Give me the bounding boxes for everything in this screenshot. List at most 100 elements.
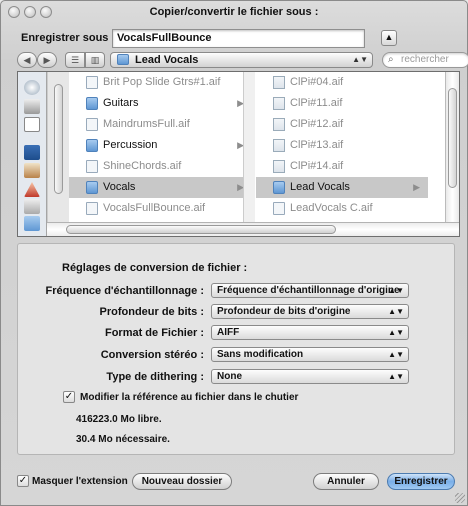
title-bar: Copier/convertir le fichier sous : (1, 1, 467, 23)
audio-file-icon (273, 97, 285, 110)
column-1-resize-handle[interactable] (243, 72, 255, 222)
folder-icon (86, 181, 98, 194)
list-item-label: LeadVocals C.aif (290, 202, 373, 214)
file-icon (86, 118, 98, 131)
horizontal-scroll-thumb[interactable] (66, 225, 336, 234)
location-popup[interactable]: Lead Vocals ▲▼ (110, 52, 373, 68)
list-item-label: ClPi#14.aif (290, 160, 344, 172)
settings-heading: Réglages de conversion de fichier : (62, 262, 248, 274)
list-item[interactable]: Percussion ▶ (69, 135, 252, 156)
file-icon (86, 202, 98, 215)
list-item[interactable]: LeadVocals C.aif (256, 198, 428, 219)
list-item-label: ClPi#12.aif (290, 118, 344, 130)
list-item[interactable]: MaindrumsFull.aif (69, 114, 252, 135)
popup-arrows-icon: ▲▼ (388, 328, 404, 337)
bit-depth-value: Profondeur de bits d'origine (217, 306, 351, 317)
sidebar (18, 72, 47, 236)
list-item[interactable]: Brit Pop Slide Gtrs#1.aif (69, 72, 252, 93)
list-item[interactable]: ClPi#14.aif (256, 156, 428, 177)
desktop-icon[interactable] (24, 145, 40, 160)
list-view-button[interactable]: ☰ (65, 52, 85, 68)
list-item[interactable]: ClPi#13.aif (256, 135, 428, 156)
list-item[interactable]: Guitars ▶ (69, 93, 252, 114)
popup-arrows-icon: ▲▼ (352, 55, 368, 64)
list-item-label: VocalsFullBounce.aif (103, 202, 206, 214)
list-item[interactable]: Lead Vocals ▶ (256, 177, 428, 198)
expand-dialog-button[interactable]: ▲ (381, 30, 397, 46)
hide-extension-checkbox[interactable]: ✓ (17, 475, 29, 487)
file-icon (273, 202, 285, 215)
cancel-button[interactable]: Annuler (313, 473, 379, 490)
file-format-select[interactable]: AIFF ▲▼ (211, 325, 409, 340)
list-item[interactable]: VocalsFullBounce.aif (69, 198, 252, 219)
save-button[interactable]: Enregistrer (387, 473, 455, 490)
list-item[interactable]: ClPi#12.aif (256, 114, 428, 135)
disk-icon[interactable] (24, 117, 40, 132)
applications-icon[interactable] (24, 182, 40, 197)
list-item-label: ClPi#11.aif (290, 97, 343, 109)
filename-input[interactable]: VocalsFullBounce (112, 29, 365, 48)
home-icon[interactable] (24, 163, 40, 178)
file-icon (86, 76, 98, 89)
close-button[interactable] (8, 6, 20, 18)
dither-label: Type de dithering : (106, 371, 204, 383)
list-item[interactable]: Vocals ▶ (69, 177, 252, 198)
column-1: Brit Pop Slide Gtrs#1.aif Guitars ▶ Maindru… (69, 72, 253, 222)
sample-rate-label: Fréquence d'échantillonnage : (45, 285, 204, 297)
stereo-select[interactable]: Sans modification ▲▼ (211, 347, 409, 362)
minimize-button[interactable] (24, 6, 36, 18)
location-label: Lead Vocals (135, 54, 199, 66)
network-icon[interactable] (24, 80, 40, 95)
audio-file-icon (273, 118, 285, 131)
hide-extension-label: Masquer l'extension (32, 476, 128, 487)
vertical-scroll-thumb[interactable] (448, 88, 457, 188)
list-item[interactable]: ShineChords.aif (69, 156, 252, 177)
zoom-button[interactable] (40, 6, 52, 18)
bit-depth-label: Profondeur de bits : (99, 306, 205, 318)
popup-arrows-icon: ▲▼ (388, 350, 404, 359)
audio-file-icon (273, 76, 285, 89)
file-format-label: Format de Fichier : (104, 327, 204, 339)
dither-select[interactable]: None ▲▼ (211, 369, 409, 384)
checkmark-icon: ✓ (18, 475, 28, 486)
list-item-label: ShineChords.aif (103, 160, 182, 172)
column-view-icon: ▥ (90, 55, 100, 65)
list-item-label: Guitars (103, 97, 139, 109)
horizontal-scrollbar[interactable] (47, 222, 459, 236)
stereo-value: Sans modification (217, 349, 304, 360)
bit-depth-select[interactable]: Profondeur de bits d'origine ▲▼ (211, 304, 409, 319)
list-item-label: Lead Vocals (290, 181, 350, 193)
list-item-label: ClPi#13.aif (290, 139, 344, 151)
search-input[interactable]: ⌕ rechercher (382, 52, 468, 68)
vertical-scrollbar[interactable] (445, 72, 459, 222)
audio-file-icon (273, 160, 285, 173)
back-button[interactable]: ◀ (17, 52, 37, 68)
stereo-label: Conversion stéréo : (100, 349, 204, 361)
search-icon: ⌕ (388, 54, 394, 65)
list-item[interactable]: ClPi#11.aif (256, 93, 428, 114)
sample-rate-value: Fréquence d'échantillonnage d'origine (217, 285, 400, 296)
column-view-button[interactable]: ▥ (85, 52, 105, 68)
list-item[interactable]: ClPi#04.aif (256, 72, 428, 93)
modify-reference-checkbox[interactable]: ✓ (63, 391, 75, 403)
new-folder-button[interactable]: Nouveau dossier (132, 473, 232, 490)
popup-arrows-icon: ▲▼ (388, 372, 404, 381)
folder-icon[interactable] (24, 216, 40, 231)
free-space-text: 416223.0 Mo libre. (76, 414, 162, 425)
forward-button[interactable]: ▶ (37, 52, 57, 68)
conversion-settings-panel: Réglages de conversion de fichier : Fréq… (17, 243, 455, 455)
sidebar-scroller[interactable] (47, 72, 69, 222)
toolbar: ◀ ▶ ☰ ▥ Lead Vocals ▲▼ ⌕ rechercher (17, 52, 468, 70)
resize-grip[interactable] (455, 493, 465, 503)
audio-file-icon (273, 139, 285, 152)
arrow-right-icon: ▶ (43, 55, 51, 65)
popup-arrows-icon: ▲▼ (388, 307, 404, 316)
modify-reference-label: Modifier la référence au fichier dans le… (80, 392, 299, 403)
hard-drive-icon[interactable] (24, 99, 40, 114)
folder-icon (117, 54, 129, 65)
list-item-label: Brit Pop Slide Gtrs#1.aif (103, 76, 221, 88)
sample-rate-select[interactable]: Fréquence d'échantillonnage d'origine ▲▼ (211, 283, 409, 298)
sidebar-scroll-thumb[interactable] (54, 84, 63, 194)
documents-icon[interactable] (24, 199, 40, 214)
list-view-icon: ☰ (70, 55, 80, 65)
